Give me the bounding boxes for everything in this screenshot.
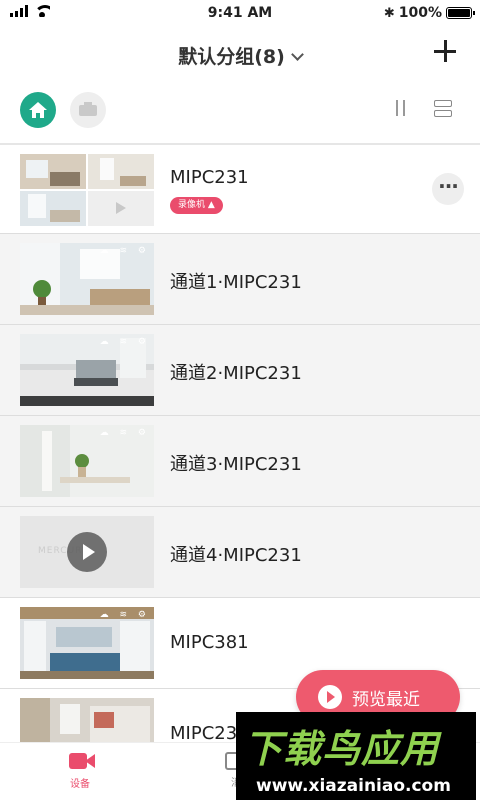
watermark-banner: 下载鸟应用 www.xiazainiao.com	[236, 712, 476, 800]
more-options-button[interactable]: ···	[432, 173, 464, 205]
status-icons: ☁ ≋ ⚙	[99, 246, 150, 256]
bluetooth-icon: ✱	[383, 5, 395, 21]
list-view-button[interactable]	[434, 100, 452, 118]
device-name: 通道1·MIPC231	[170, 272, 302, 293]
group-selector[interactable]: 默认分组(8)	[0, 42, 480, 69]
recorder-icon	[79, 102, 97, 116]
device-row[interactable]: ☁ ≋ ⚙ 通道3·MIPC231	[0, 416, 480, 507]
device-name: 通道4·MIPC231	[170, 545, 302, 566]
page-title: 默认分组(8)	[178, 46, 285, 68]
device-thumbnail: ☁ ≋ ⚙	[20, 607, 154, 679]
device-name: MIPC23	[170, 723, 238, 744]
home-filter-button[interactable]	[20, 92, 56, 128]
nav-header: 默认分组(8)	[0, 30, 480, 76]
device-row[interactable]: MERCURY 通道4·MIPC231	[0, 507, 480, 598]
home-icon	[29, 102, 47, 118]
status-icons: ☁ ≋ ⚙	[99, 610, 150, 620]
device-thumbnail: ☁ ≋ ⚙	[20, 243, 154, 315]
device-thumbnail: MERCURY	[20, 516, 154, 588]
device-name: 通道3·MIPC231	[170, 454, 302, 475]
battery-icon	[446, 7, 475, 19]
preview-recent-label: 预览最近	[352, 689, 420, 710]
device-name: MIPC231	[170, 167, 249, 188]
add-device-button[interactable]	[434, 40, 456, 62]
watermark-url: www.xiazainiao.com	[256, 776, 451, 796]
play-icon[interactable]	[67, 532, 107, 572]
device-row[interactable]: MIPC231 录像机 ▲ ···	[0, 145, 480, 234]
grid-view-button[interactable]	[392, 100, 408, 118]
device-thumbnail: ☁ ≋ ⚙	[20, 425, 154, 497]
status-icons: ☁ ≋ ⚙	[99, 337, 150, 347]
watermark-title: 下载鸟应用	[244, 727, 440, 771]
status-bar: 9:41 AM ✱ 100%	[0, 0, 480, 26]
device-name: MIPC381	[170, 632, 249, 653]
status-icons: ☁ ≋ ⚙	[99, 428, 150, 438]
device-row[interactable]: ☁ ≋ ⚙ 通道2·MIPC231	[0, 325, 480, 416]
nvr-filter-button[interactable]	[70, 92, 106, 128]
recorder-badge: 录像机 ▲	[170, 197, 223, 214]
chevron-down-icon	[290, 48, 304, 61]
view-toolbar	[0, 88, 480, 132]
device-thumbnail: ☁ ≋ ⚙	[20, 334, 154, 406]
device-row[interactable]: ☁ ≋ ⚙ 通道1·MIPC231	[0, 234, 480, 325]
battery-percent: 100%	[398, 5, 442, 21]
status-right: ✱ 100%	[383, 5, 475, 21]
play-circle-icon	[318, 685, 342, 709]
tab-devices-label: 设备	[70, 779, 90, 790]
tab-devices[interactable]: 设备	[40, 751, 120, 790]
device-thumbnail	[20, 154, 154, 226]
camera-icon	[65, 751, 95, 771]
device-name: 通道2·MIPC231	[170, 363, 302, 384]
